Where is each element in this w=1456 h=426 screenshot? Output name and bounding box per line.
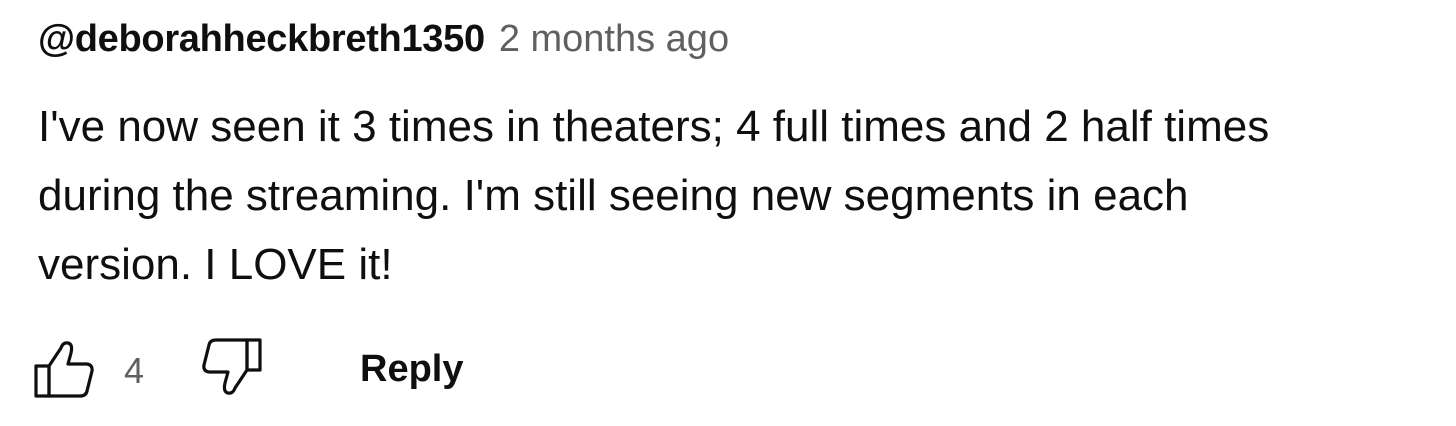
- dislike-button[interactable]: [200, 336, 264, 400]
- comment-header: @deborahheckbreth1350 2 months ago: [38, 18, 729, 68]
- thumbs-up-icon: [34, 341, 94, 398]
- comment-text: I've now seen it 3 times in theaters; 4 …: [38, 102, 1270, 289]
- like-count: 4: [124, 350, 145, 391]
- reply-button[interactable]: Reply: [360, 348, 463, 391]
- comment-actions: 4 Reply: [34, 336, 638, 400]
- like-button[interactable]: [32, 336, 96, 400]
- thumbs-down-icon: [202, 338, 262, 395]
- comment-item: @deborahheckbreth1350 2 months ago I've …: [34, 0, 1438, 426]
- comment-author[interactable]: @deborahheckbreth1350: [38, 18, 485, 61]
- comment-timestamp[interactable]: 2 months ago: [499, 18, 729, 61]
